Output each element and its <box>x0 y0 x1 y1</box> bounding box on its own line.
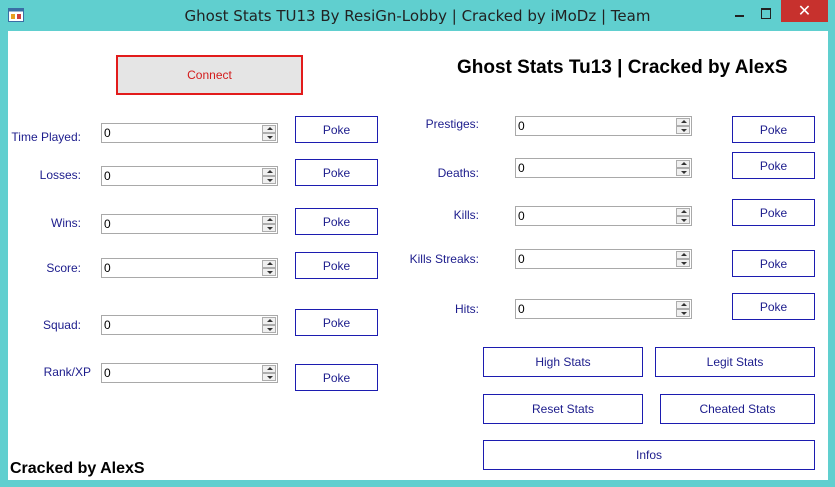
spin-up-icon[interactable] <box>676 301 690 309</box>
spin-down-icon[interactable] <box>262 373 276 381</box>
poke-kills-button[interactable]: Poke <box>732 199 815 226</box>
rank-xp-input[interactable]: 0 <box>101 363 278 383</box>
spin-up-icon[interactable] <box>676 160 690 168</box>
poke-rank-xp-button[interactable]: Poke <box>295 364 378 391</box>
maximize-button[interactable] <box>753 0 780 28</box>
high-stats-button[interactable]: High Stats <box>483 347 643 377</box>
connect-button[interactable]: Connect <box>116 55 303 95</box>
score-value: 0 <box>104 261 111 275</box>
squad-input[interactable]: 0 <box>101 315 278 335</box>
spin-down-icon[interactable] <box>676 216 690 224</box>
spin-up-icon[interactable] <box>262 125 276 133</box>
minimize-icon <box>735 15 744 17</box>
prestiges-value: 0 <box>518 119 525 133</box>
window-title: Ghost Stats TU13 By ResiGn-Lobby | Crack… <box>184 7 651 25</box>
score-label: Score: <box>46 261 81 275</box>
poke-prestiges-button[interactable]: Poke <box>732 116 815 143</box>
kills-streaks-label: Kills Streaks: <box>409 252 479 266</box>
losses-value: 0 <box>104 169 111 183</box>
time-played-label: Time Played: <box>11 130 81 144</box>
rank-xp-label: Rank/XP <box>43 365 91 379</box>
poke-kills-streaks-button[interactable]: Poke <box>732 250 815 277</box>
spin-down-icon[interactable] <box>262 133 276 141</box>
prestiges-input[interactable]: 0 <box>515 116 692 136</box>
spin-up-icon[interactable] <box>676 118 690 126</box>
wins-value: 0 <box>104 217 111 231</box>
prestiges-label: Prestiges: <box>425 117 479 131</box>
time-played-value: 0 <box>104 126 111 140</box>
spin-down-icon[interactable] <box>262 325 276 333</box>
hits-value: 0 <box>518 302 525 316</box>
reset-stats-button[interactable]: Reset Stats <box>483 394 643 424</box>
poke-squad-button[interactable]: Poke <box>295 309 378 336</box>
wins-label: Wins: <box>51 216 81 230</box>
spin-down-icon[interactable] <box>676 126 690 134</box>
hits-input[interactable]: 0 <box>515 299 692 319</box>
spin-down-icon[interactable] <box>262 176 276 184</box>
kills-label: Kills: <box>453 208 479 222</box>
poke-time-played-button[interactable]: Poke <box>295 116 378 143</box>
score-input[interactable]: 0 <box>101 258 278 278</box>
close-button[interactable]: ✕ <box>781 0 828 22</box>
spin-down-icon[interactable] <box>262 224 276 232</box>
losses-label: Losses: <box>39 168 81 182</box>
kills-input[interactable]: 0 <box>515 206 692 226</box>
rank-xp-value: 0 <box>104 366 111 380</box>
title-bar: Ghost Stats TU13 By ResiGn-Lobby | Crack… <box>0 0 835 31</box>
poke-score-button[interactable]: Poke <box>295 252 378 279</box>
legit-stats-button[interactable]: Legit Stats <box>655 347 815 377</box>
infos-button[interactable]: Infos <box>483 440 815 470</box>
hits-label: Hits: <box>455 302 479 316</box>
spin-down-icon[interactable] <box>676 168 690 176</box>
footer-credit: Cracked by AlexS <box>10 460 145 477</box>
spin-up-icon[interactable] <box>262 317 276 325</box>
kills-streaks-value: 0 <box>518 252 525 266</box>
deaths-label: Deaths: <box>437 166 479 180</box>
spin-up-icon[interactable] <box>262 260 276 268</box>
spin-up-icon[interactable] <box>262 365 276 373</box>
maximize-icon <box>761 8 771 19</box>
app-heading: Ghost Stats Tu13 | Cracked by AlexS <box>457 57 788 78</box>
cheated-stats-button[interactable]: Cheated Stats <box>660 394 815 424</box>
poke-losses-button[interactable]: Poke <box>295 159 378 186</box>
spin-up-icon[interactable] <box>262 216 276 224</box>
minimize-button[interactable] <box>726 0 753 28</box>
kills-value: 0 <box>518 209 525 223</box>
spin-up-icon[interactable] <box>262 168 276 176</box>
deaths-input[interactable]: 0 <box>515 158 692 178</box>
poke-wins-button[interactable]: Poke <box>295 208 378 235</box>
poke-hits-button[interactable]: Poke <box>732 293 815 320</box>
main-panel: Connect Ghost Stats Tu13 | Cracked by Al… <box>8 31 828 480</box>
spin-up-icon[interactable] <box>676 208 690 216</box>
spin-down-icon[interactable] <box>676 309 690 317</box>
deaths-value: 0 <box>518 161 525 175</box>
kills-streaks-input[interactable]: 0 <box>515 249 692 269</box>
squad-value: 0 <box>104 318 111 332</box>
squad-label: Squad: <box>42 318 81 332</box>
losses-input[interactable]: 0 <box>101 166 278 186</box>
spin-down-icon[interactable] <box>676 259 690 267</box>
wins-input[interactable]: 0 <box>101 214 278 234</box>
close-icon: ✕ <box>797 1 812 20</box>
spin-up-icon[interactable] <box>676 251 690 259</box>
spin-down-icon[interactable] <box>262 268 276 276</box>
poke-deaths-button[interactable]: Poke <box>732 152 815 179</box>
time-played-input[interactable]: 0 <box>101 123 278 143</box>
